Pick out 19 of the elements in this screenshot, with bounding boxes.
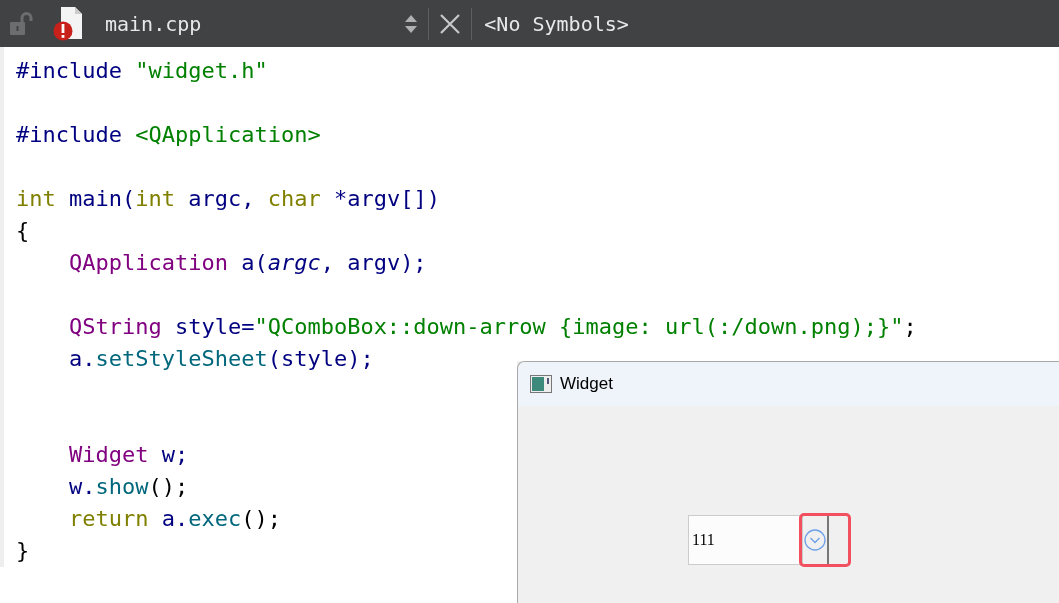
window-title: Widget — [560, 374, 613, 394]
code-line: #include <QApplication> — [16, 121, 321, 149]
code-line: Widget w; — [67, 441, 189, 469]
code-line: int main(int argc, char *argv[]) — [16, 185, 440, 213]
file-name[interactable]: main.cpp — [105, 11, 202, 36]
close-icon[interactable] — [439, 12, 462, 35]
code-line: a.setStyleSheet(style); — [67, 345, 374, 373]
combo-box-field[interactable]: 111 — [688, 515, 803, 565]
code-line: { — [16, 217, 30, 245]
code-line: return a.exec(); — [67, 505, 281, 533]
code-line: #include "widget.h" — [16, 57, 268, 85]
app-window-icon — [530, 375, 552, 393]
dropdown-button[interactable] — [803, 515, 829, 565]
code-line: QString style="QComboBox::down-arrow {image: url(:/down.png);}"; — [67, 313, 917, 341]
symbols-dropdown[interactable]: <No Symbols> — [484, 11, 629, 36]
chevron-circle-icon — [804, 529, 826, 551]
code-line: w.show(); — [67, 473, 189, 501]
code-line: } — [16, 537, 30, 565]
code-line: QApplication a(argc, argv); — [67, 249, 427, 277]
